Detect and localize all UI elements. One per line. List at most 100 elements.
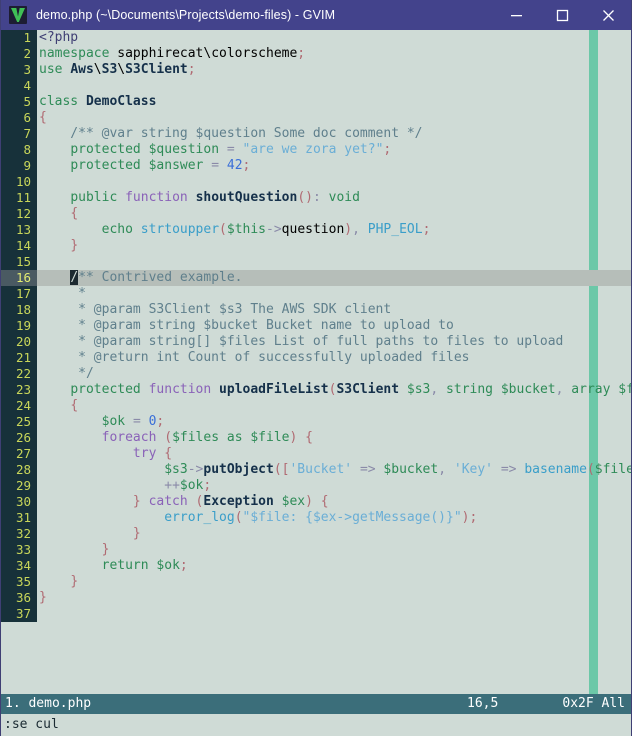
code-line[interactable]: 26 foreach ($files as $file) { xyxy=(1,430,631,446)
line-number: 8 xyxy=(23,142,31,157)
line-text[interactable]: $s3->putObject(['Bucket' => $bucket, 'Ke… xyxy=(39,462,631,478)
code-line[interactable]: 4 xyxy=(1,78,631,94)
code-line[interactable]: 35 } xyxy=(1,574,631,590)
line-text[interactable]: /** @var string $question Some doc comme… xyxy=(39,126,631,142)
code-line[interactable]: 22 */ xyxy=(1,366,631,382)
line-text[interactable]: try { xyxy=(39,446,631,462)
code-line[interactable]: 27 try { xyxy=(1,446,631,462)
code-line[interactable]: 17 * xyxy=(1,286,631,302)
line-number: 23 xyxy=(15,382,31,397)
line-text[interactable]: protected $answer = 42; xyxy=(39,158,631,174)
window-controls xyxy=(493,0,631,30)
line-number: 37 xyxy=(15,606,31,621)
command-line[interactable]: :se cul xyxy=(1,714,631,736)
line-number: 9 xyxy=(23,158,31,173)
line-number: 2 xyxy=(23,46,31,61)
line-text[interactable]: * @param string $bucket Bucket name to u… xyxy=(39,318,631,334)
line-text[interactable]: * @param S3Client $s3 The AWS SDK client xyxy=(39,302,631,318)
line-text[interactable]: protected $question = "are we zora yet?"… xyxy=(39,142,631,158)
line-text[interactable]: } xyxy=(39,542,631,558)
line-text[interactable]: } catch (Exception $ex) { xyxy=(39,494,631,510)
line-text[interactable]: } xyxy=(39,526,631,542)
code-line[interactable]: 18 * @param S3Client $s3 The AWS SDK cli… xyxy=(1,302,631,318)
line-text[interactable]: ++$ok; xyxy=(39,478,631,494)
line-text[interactable]: return $ok; xyxy=(39,558,631,574)
line-text[interactable]: { xyxy=(39,110,631,126)
line-text[interactable]: public function shoutQuestion(): void xyxy=(39,190,631,206)
code-line[interactable]: 7 /** @var string $question Some doc com… xyxy=(1,126,631,142)
line-text[interactable]: error_log("$file: {$ex->getMessage()}"); xyxy=(39,510,631,526)
code-line[interactable]: 10 xyxy=(1,174,631,190)
code-line[interactable]: 30 } catch (Exception $ex) { xyxy=(1,494,631,510)
close-button[interactable] xyxy=(585,0,631,30)
gvim-window: demo.php (~\Documents\Projects\demo-file… xyxy=(0,0,632,736)
line-number: 19 xyxy=(15,318,31,333)
line-text[interactable]: foreach ($files as $file) { xyxy=(39,430,631,446)
code-line[interactable]: 25 $ok = 0; xyxy=(1,414,631,430)
code-line[interactable]: 9 protected $answer = 42; xyxy=(1,158,631,174)
code-line[interactable]: 8 protected $question = "are we zora yet… xyxy=(1,142,631,158)
code-line[interactable]: 32 } xyxy=(1,526,631,542)
code-line[interactable]: 33 } xyxy=(1,542,631,558)
line-number: 16 xyxy=(15,270,31,285)
code-line[interactable]: 14 } xyxy=(1,238,631,254)
line-text[interactable]: namespace sapphirecat\colorscheme; xyxy=(39,46,631,62)
code-line[interactable]: 12 { xyxy=(1,206,631,222)
code-line[interactable]: 11 public function shoutQuestion(): void xyxy=(1,190,631,206)
code-line[interactable]: 28 $s3->putObject(['Bucket' => $bucket, … xyxy=(1,462,631,478)
line-number: 27 xyxy=(15,446,31,461)
code-line[interactable]: 23 protected function uploadFileList(S3C… xyxy=(1,382,631,398)
line-number: 36 xyxy=(15,590,31,605)
line-text[interactable]: } xyxy=(39,238,631,254)
line-number: 34 xyxy=(15,558,31,573)
line-text[interactable]: class DemoClass xyxy=(39,94,631,110)
line-text[interactable]: { xyxy=(39,398,631,414)
line-text[interactable]: use Aws\S3\S3Client; xyxy=(39,62,631,78)
line-text[interactable]: } xyxy=(39,590,631,606)
code-line[interactable]: 2 namespace sapphirecat\colorscheme; xyxy=(1,46,631,62)
code-line[interactable]: 16 /** Contrived example. xyxy=(1,270,631,286)
code-line[interactable]: 1 <?php xyxy=(1,30,631,46)
code-line[interactable]: 20 * @param string[] $files List of full… xyxy=(1,334,631,350)
line-number: 33 xyxy=(15,542,31,557)
line-text[interactable]: $ok = 0; xyxy=(39,414,631,430)
line-number: 5 xyxy=(23,94,31,109)
code-line[interactable]: 15 xyxy=(1,254,631,270)
maximize-button[interactable] xyxy=(539,0,585,30)
code-line[interactable]: 37 xyxy=(1,606,631,622)
line-number: 15 xyxy=(15,254,31,269)
title-bar: demo.php (~\Documents\Projects\demo-file… xyxy=(1,0,631,30)
window-title: demo.php (~\Documents\Projects\demo-file… xyxy=(36,8,336,22)
code-line[interactable]: 13 echo strtoupper($this->question), PHP… xyxy=(1,222,631,238)
line-text[interactable]: * @return int Count of successfully uplo… xyxy=(39,350,631,366)
code-lines[interactable]: 1 <?php 2 namespace sapphirecat\colorscheme… xyxy=(1,30,631,622)
line-text[interactable]: * @param string[] $files List of full pa… xyxy=(39,334,631,350)
line-number: 4 xyxy=(23,78,31,93)
code-line[interactable]: 21 * @return int Count of successfully u… xyxy=(1,350,631,366)
code-line[interactable]: 3 use Aws\S3\S3Client; xyxy=(1,62,631,78)
line-text[interactable]: * xyxy=(39,286,631,302)
line-number: 32 xyxy=(15,526,31,541)
line-number: 21 xyxy=(15,350,31,365)
line-text[interactable]: <?php xyxy=(39,30,631,46)
editor-area[interactable]: 1 <?php 2 namespace sapphirecat\colorscheme… xyxy=(1,30,631,694)
line-text[interactable]: /** Contrived example. xyxy=(39,270,631,286)
code-line[interactable]: 6{ xyxy=(1,110,631,126)
code-line[interactable]: 36} xyxy=(1,590,631,606)
code-line[interactable]: 29 ++$ok; xyxy=(1,478,631,494)
code-line[interactable]: 24 { xyxy=(1,398,631,414)
line-text[interactable]: } xyxy=(39,574,631,590)
minimize-button[interactable] xyxy=(493,0,539,30)
line-number: 1 xyxy=(23,30,31,45)
line-number: 20 xyxy=(15,334,31,349)
line-text[interactable]: */ xyxy=(39,366,631,382)
line-number: 35 xyxy=(15,574,31,589)
line-text[interactable]: echo strtoupper($this->question), PHP_EO… xyxy=(39,222,631,238)
code-line[interactable]: 5 class DemoClass xyxy=(1,94,631,110)
line-number: 14 xyxy=(15,238,31,253)
code-line[interactable]: 31 error_log("$file: {$ex->getMessage()}… xyxy=(1,510,631,526)
line-text[interactable]: protected function uploadFileList(S3Clie… xyxy=(39,382,631,398)
line-text[interactable]: { xyxy=(39,206,631,222)
code-line[interactable]: 19 * @param string $bucket Bucket name t… xyxy=(1,318,631,334)
code-line[interactable]: 34 return $ok; xyxy=(1,558,631,574)
